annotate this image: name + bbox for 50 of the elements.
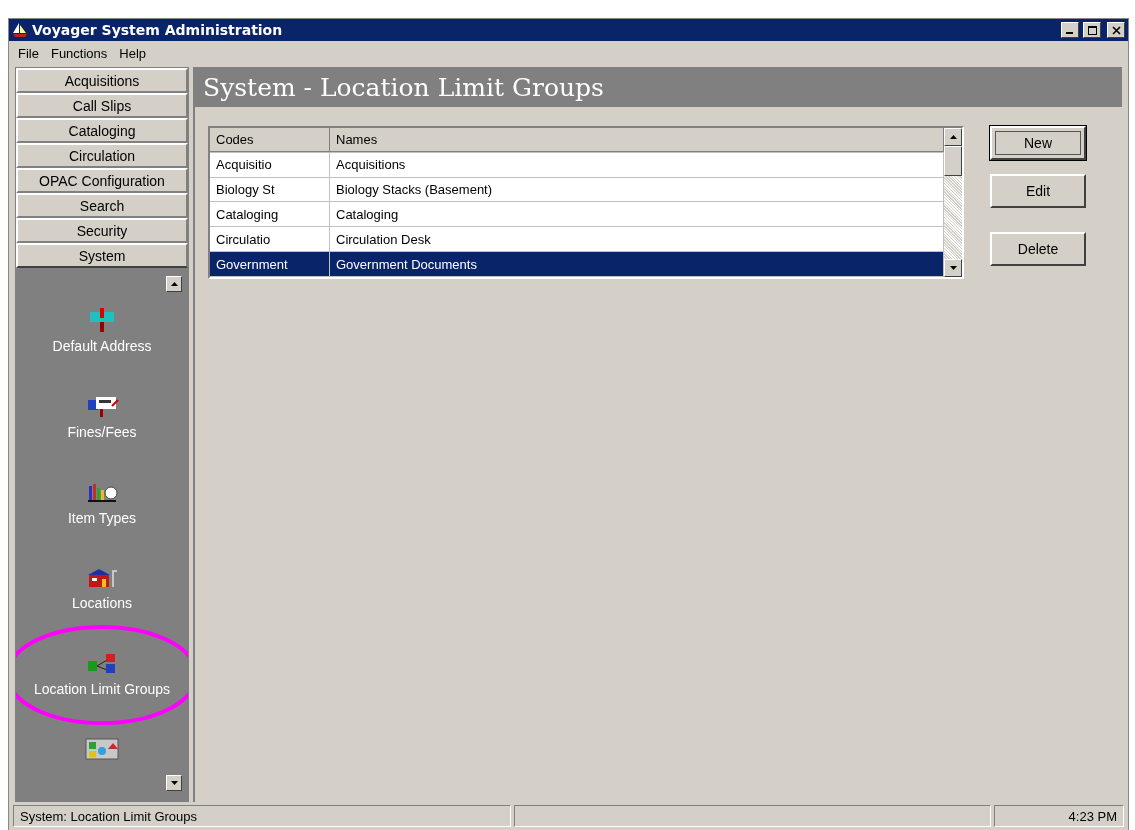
menu-item[interactable]: Help (114, 45, 152, 61)
module-button[interactable]: Security (16, 218, 188, 243)
shortcut-label[interactable]: Location Limit Groups (33, 681, 171, 698)
down-arrow-icon (949, 266, 957, 270)
module-button[interactable]: System (16, 243, 188, 268)
table-row[interactable]: Acquisitio Acquisitions (210, 152, 944, 178)
scroll-thumb[interactable] (944, 146, 962, 176)
menu-item[interactable]: Functions (45, 45, 113, 61)
module-button[interactable]: Acquisitions (16, 68, 188, 93)
action-button[interactable]: New (990, 126, 1086, 160)
table-cell: Acquisitio (210, 152, 330, 177)
table-row[interactable]: Biology St Biology Stacks (Basement) (210, 177, 944, 203)
status-time: 4:23 PM (1068, 808, 1117, 824)
shortcut-label[interactable]: Default Address (52, 338, 152, 354)
column-header[interactable]: Codes (210, 128, 330, 152)
scroll-up-button[interactable] (166, 276, 182, 292)
minimize-button[interactable] (1061, 22, 1079, 38)
table-cell: Biology St (210, 177, 330, 202)
shapes-icon (84, 737, 120, 762)
down-arrow-icon (170, 781, 178, 785)
close-button[interactable] (1107, 22, 1125, 38)
up-arrow-icon (170, 282, 178, 286)
window-title: Voyager System Administration (32, 22, 284, 38)
table-row[interactable]: Government Government Documents (210, 252, 944, 277)
column-header[interactable]: Names (330, 128, 944, 152)
shortcut-label[interactable]: Fines/Fees (67, 423, 137, 440)
module-button[interactable]: Cataloging (16, 118, 188, 143)
module-button[interactable]: Search (16, 193, 188, 218)
vertical-scrollbar[interactable] (944, 128, 962, 277)
sailboat-icon (12, 22, 28, 38)
module-button[interactable]: Circulation (16, 143, 188, 168)
maximize-button[interactable] (1083, 22, 1101, 38)
shortcut-label[interactable]: Locations (72, 595, 132, 612)
scroll-down-button[interactable] (166, 775, 182, 791)
action-button[interactable]: Delete (990, 232, 1086, 266)
table-cell: Circulatio (210, 227, 330, 252)
table-cell: Government (210, 252, 330, 276)
module-button[interactable]: OPAC Configuration (16, 168, 188, 193)
up-arrow-icon (949, 135, 957, 139)
menu-item[interactable]: File (13, 45, 44, 61)
table-row[interactable]: Circulatio Circulation Desk (210, 227, 944, 253)
shortcut-label[interactable]: Item Types (67, 509, 137, 526)
page-title: System - Location Limit Groups (195, 67, 1122, 107)
action-button[interactable]: Edit (990, 174, 1086, 208)
table-cell: Cataloging (210, 202, 330, 227)
module-button[interactable]: Call Slips (16, 93, 188, 118)
table-row[interactable]: Cataloging Cataloging (210, 202, 944, 228)
maximize-icon (1087, 25, 1097, 35)
status-message: System: Location Limit Groups (20, 808, 198, 824)
close-icon (1111, 25, 1121, 35)
